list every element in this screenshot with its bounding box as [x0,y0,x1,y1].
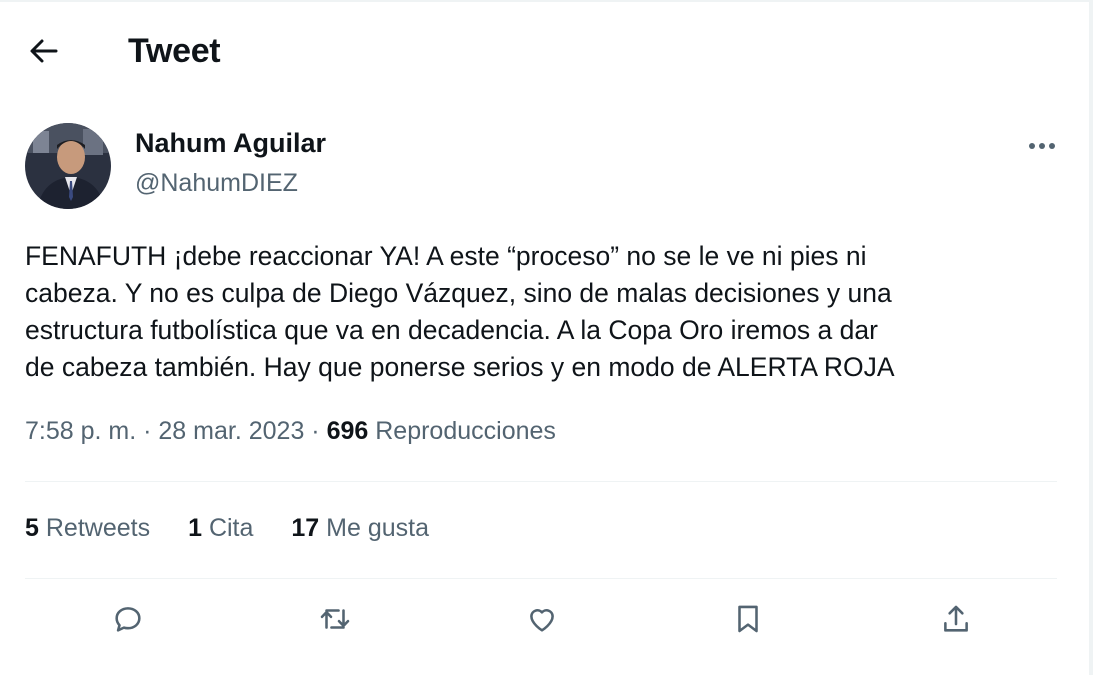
tweet-time[interactable]: 7:58 p. m. [25,417,136,445]
tweet-line: cabeza. Y no es culpa de Diego Vázquez, … [25,278,892,308]
back-button[interactable] [24,36,64,70]
tweet-line: de cabeza también. Hay que ponerse serio… [25,352,895,382]
quotes-stat[interactable]: 1 Cita [188,514,253,543]
action-bar [0,597,1093,647]
more-icon [1028,137,1056,155]
share-button[interactable] [932,597,980,645]
right-border [1089,0,1093,675]
retweet-button[interactable] [311,597,359,645]
arrow-left-icon [29,38,59,69]
likes-label: Me gusta [326,514,430,542]
divider [25,481,1057,482]
retweets-count: 5 [25,514,39,542]
divider [25,578,1057,579]
tweet-meta: 7:58 p. m. · 28 mar. 2023 · 696 Reproduc… [25,417,556,446]
meta-separator: · [311,417,320,445]
avatar[interactable] [25,123,111,209]
share-icon [939,602,973,641]
quotes-count: 1 [188,514,202,542]
meta-separator: · [143,417,152,445]
like-icon [525,602,559,641]
views-count: 696 [326,417,369,445]
more-options-button[interactable] [1022,130,1062,162]
tweet-stats: 5 Retweets 1 Cita 17 Me gusta [25,514,429,543]
likes-count: 17 [291,514,320,542]
author-handle[interactable]: @NahumDIEZ [135,169,298,198]
tweet-line: estructura futbolística que va en decade… [25,315,878,345]
tweet-line: FENAFUTH ¡debe reaccionar YA! A este “pr… [25,241,867,271]
reply-icon [111,602,145,641]
top-border [0,0,1093,2]
tweet-text: FENAFUTH ¡debe reaccionar YA! A este “pr… [25,238,1065,386]
retweets-label: Retweets [45,514,151,542]
header: Tweet [0,22,1000,82]
retweet-icon [318,602,352,641]
reply-button[interactable] [104,597,152,645]
author-name[interactable]: Nahum Aguilar [135,128,326,159]
retweets-stat[interactable]: 5 Retweets [25,514,150,543]
likes-stat[interactable]: 17 Me gusta [291,514,429,543]
page-title: Tweet [128,32,221,70]
like-button[interactable] [518,597,566,645]
views-label: Reproducciones [375,417,556,445]
quotes-label: Cita [208,514,254,542]
bookmark-icon [731,602,765,641]
tweet-date[interactable]: 28 mar. 2023 [158,417,304,445]
bookmark-button[interactable] [724,597,772,645]
